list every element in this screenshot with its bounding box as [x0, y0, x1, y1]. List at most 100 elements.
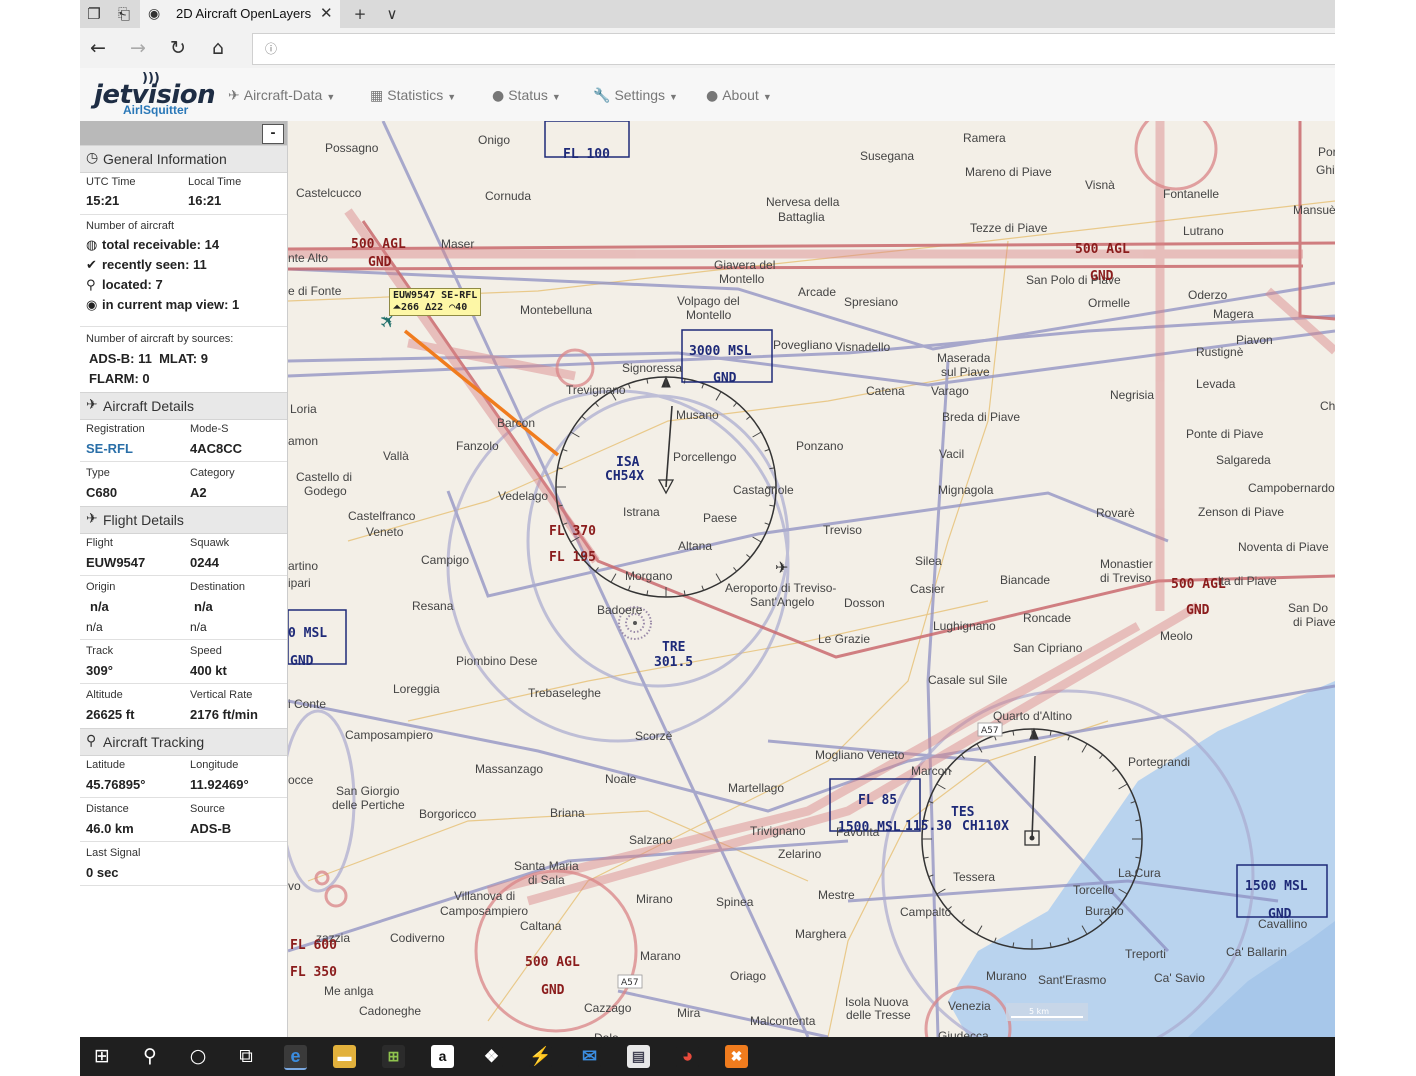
menu-aircraft-data[interactable]: ✈ Aircraft-Data ▼ [228, 87, 335, 104]
section-general-information[interactable]: ◷ General Information [80, 145, 287, 173]
place-label: Roncade [1023, 611, 1071, 625]
mail-icon[interactable]: ✉ [578, 1045, 601, 1068]
airspace-label: FL 350 [290, 965, 337, 980]
place-label: Camposampiero [440, 904, 528, 918]
place-label: Borgoricco [419, 807, 477, 821]
compass-ticks [556, 377, 1142, 949]
menu-settings[interactable]: 🔧 Settings ▼ [593, 87, 678, 104]
airspace-label: 500 AGL [525, 955, 580, 970]
menu-statistics[interactable]: ▦ Statistics ▼ [370, 87, 456, 104]
divider [80, 575, 287, 576]
url-input[interactable]: ⓘ [252, 33, 1335, 65]
registration-link[interactable]: SE-RFL [86, 441, 133, 456]
place-label: Silea [915, 554, 942, 568]
menu-status[interactable]: ● Status ▼ [492, 87, 561, 104]
forward-icon[interactable]: → [126, 36, 150, 60]
windows-start-icon[interactable]: ⊞ [88, 1044, 116, 1069]
tab-aircraft[interactable]: ◉ 2D Aircraft OpenLayers ✕ [140, 0, 340, 28]
search-icon[interactable]: ⚲ [136, 1044, 164, 1069]
place-label: Signoressa [622, 361, 682, 375]
section-aircraft-details[interactable]: ✈ Aircraft Details [80, 392, 287, 420]
contacts-icon[interactable]: ▤ [627, 1045, 650, 1068]
distance-label: Distance [86, 803, 129, 815]
place-label: Arcade [798, 285, 836, 299]
caret-down-icon: ▼ [326, 92, 336, 102]
place-label: Caltana [520, 919, 562, 933]
place-label: Battaglia [778, 210, 825, 224]
place-label: amon [288, 434, 318, 448]
compass-tick [715, 391, 722, 401]
aircraft-info: ⏶266 ∆22 ◠40 [393, 302, 468, 313]
place-label: Ca' Ballarin [1226, 945, 1287, 959]
place-label: Castelcucco [296, 186, 362, 200]
place-label: nte Alto [288, 251, 328, 265]
menu-about[interactable]: ● About ▼ [706, 87, 772, 104]
altitude-label: Altitude [86, 689, 123, 701]
place-label: Sant'Erasmo [1038, 973, 1107, 987]
map-view[interactable]: ✈ Possagno Onigo Susegana Ramera Portobuffol… [288, 121, 1335, 1037]
compass-tick [683, 378, 686, 384]
visual-studio-code-icon[interactable]: ⚡ [529, 1045, 552, 1068]
place-label: Rustignè [1196, 345, 1244, 359]
place-label: Visnadello [835, 340, 890, 354]
place-label: delle Tresse [846, 1008, 911, 1022]
plane-icon: ✈ [86, 397, 98, 413]
by-sources-label: Number of aircraft by sources: [86, 333, 234, 345]
place-label: Mirano [636, 892, 673, 906]
place-label: Porcellengo [673, 450, 737, 464]
place-label: Marcon [911, 764, 951, 778]
chrome-icon[interactable]: ◕ [676, 1045, 699, 1068]
section-flight-details[interactable]: ✈ Flight Details [80, 506, 287, 534]
place-label: Ch [1320, 399, 1335, 413]
compass-tick [581, 415, 586, 420]
amazon-icon[interactable]: a [431, 1045, 454, 1068]
bar-chart-icon: ▦ [370, 88, 384, 104]
store-icon[interactable]: ⊞ [382, 1045, 405, 1068]
cortana-icon[interactable]: ○ [184, 1044, 212, 1069]
road-label: A57 [981, 726, 999, 736]
xampp-icon[interactable]: ✖ [725, 1045, 748, 1068]
place-label: Mansuè [1293, 203, 1335, 217]
eye-icon: ◉ [86, 298, 98, 313]
home-icon[interactable]: ⌂ [206, 36, 230, 60]
address-bar: ← → ↻ ⌂ ⓘ [80, 28, 1335, 69]
place-label: Campigo [421, 553, 469, 567]
place-label: Dosson [844, 596, 885, 610]
squawk-label: Squawk [190, 537, 230, 549]
place-label: Noventa di Piave [1238, 540, 1329, 554]
back-icon[interactable]: ← [86, 36, 110, 60]
tab-aside-icon[interactable]: ⎗ [114, 4, 134, 24]
compass-tick [646, 590, 649, 596]
place-label: San Do [1288, 601, 1328, 615]
dropbox-icon[interactable]: ❖ [480, 1045, 503, 1068]
place-label: Loria [290, 402, 317, 416]
file-explorer-icon[interactable]: ▬ [333, 1045, 356, 1068]
divider [80, 683, 287, 684]
compass-tick [733, 402, 738, 407]
place-label: Onigo [478, 133, 510, 147]
track-label: Track [86, 645, 114, 657]
place-label: Lutrano [1183, 224, 1224, 238]
map-canvas[interactable]: ✈ Possagno Onigo Susegana Ramera Portobuffol… [288, 121, 1335, 1037]
tab-menu-icon[interactable]: ∨ [382, 4, 402, 24]
close-tab-icon[interactable]: ✕ [320, 4, 333, 22]
place-label: Camposampiero [345, 728, 433, 742]
section-aircraft-tracking[interactable]: ⚲ Aircraft Tracking [80, 728, 287, 756]
edge-browser-icon[interactable]: e [284, 1045, 307, 1070]
place-label: Mareno di Piave [965, 165, 1052, 179]
aircraft-label-box[interactable]: EUW9547 SE-RFL ⏶266 ∆22 ◠40 [389, 288, 482, 316]
place-label: Sant'Angelo [750, 595, 815, 609]
tab-list-icon[interactable]: ❐ [84, 4, 104, 24]
refresh-icon[interactable]: ↻ [166, 36, 190, 60]
place-label: Mogliano Veneto [815, 748, 905, 762]
new-tab-button[interactable]: + [350, 4, 370, 24]
place-label: Fanzolo [456, 439, 499, 453]
task-view-icon[interactable]: ⧉ [232, 1044, 260, 1069]
compass-tick [746, 415, 751, 420]
place-label: Cazzago [584, 1001, 632, 1015]
place-label: Barcon [497, 416, 535, 430]
info-circle-icon: ● [492, 88, 505, 104]
collapse-button[interactable]: - [262, 124, 284, 144]
place-label: Scorzè [635, 729, 673, 743]
place-label: Mira [677, 1006, 701, 1020]
